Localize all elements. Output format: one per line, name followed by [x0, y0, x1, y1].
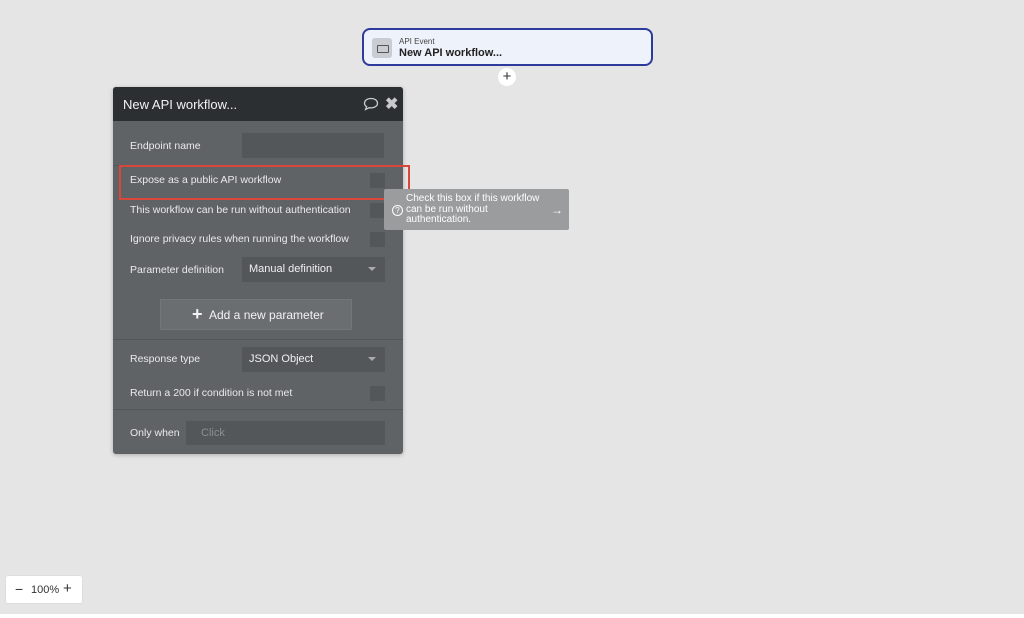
- parameter-definition-dropdown[interactable]: Manual definition: [242, 257, 385, 282]
- add-parameter-label: Add a new parameter: [209, 308, 324, 322]
- divider: [113, 339, 403, 340]
- canvas-bottom-edge: [0, 614, 1024, 618]
- event-name: New API workflow...: [399, 47, 503, 59]
- add-step-button[interactable]: +: [498, 68, 516, 86]
- endpoint-name-label: Endpoint name: [130, 140, 201, 152]
- zoom-level: 100%: [31, 584, 60, 596]
- no-auth-checkbox[interactable]: [370, 203, 385, 218]
- panel-title: New API workflow...: [123, 97, 238, 112]
- add-parameter-button[interactable]: + Add a new parameter: [160, 299, 352, 330]
- parameter-definition-value: Manual definition: [249, 263, 333, 275]
- help-tooltip: ? Check this box if this workflow can be…: [384, 189, 569, 230]
- expose-public-label: Expose as a public API workflow: [130, 174, 282, 186]
- response-type-value: JSON Object: [249, 353, 314, 365]
- comment-icon[interactable]: [363, 97, 379, 111]
- divider: [113, 165, 403, 166]
- expose-public-checkbox[interactable]: [370, 173, 385, 188]
- plus-icon: +: [192, 304, 203, 324]
- zoom-control: − 100% +: [6, 576, 82, 603]
- arrow-right-icon[interactable]: →: [551, 203, 563, 217]
- parameter-definition-label: Parameter definition: [130, 264, 224, 276]
- api-event-node[interactable]: API Event New API workflow...: [362, 28, 653, 66]
- zoom-in-button[interactable]: +: [63, 580, 72, 597]
- ignore-privacy-label: Ignore privacy rules when running the wo…: [130, 233, 349, 245]
- zoom-out-button[interactable]: −: [15, 581, 23, 597]
- tooltip-text: Check this box if this workflow can be r…: [406, 193, 540, 225]
- endpoint-name-input[interactable]: [242, 133, 384, 158]
- response-type-dropdown[interactable]: JSON Object: [242, 347, 385, 372]
- no-auth-label: This workflow can be run without authent…: [130, 204, 351, 216]
- question-icon: ?: [392, 205, 403, 216]
- chevron-down-icon: [368, 357, 376, 361]
- api-event-icon: [372, 38, 392, 58]
- chevron-down-icon: [368, 267, 376, 271]
- return-200-label: Return a 200 if condition is not met: [130, 387, 293, 399]
- divider: [113, 409, 403, 410]
- only-when-placeholder: Click: [201, 427, 225, 439]
- only-when-label: Only when: [130, 427, 180, 439]
- return-200-checkbox[interactable]: [370, 386, 385, 401]
- response-type-label: Response type: [130, 353, 201, 365]
- only-when-condition-field[interactable]: Click: [186, 421, 385, 445]
- close-icon[interactable]: ✖: [385, 94, 398, 114]
- ignore-privacy-checkbox[interactable]: [370, 232, 385, 247]
- workflow-property-editor: New API workflow... ✖ Endpoint name Expo…: [113, 87, 403, 454]
- panel-header: New API workflow... ✖: [113, 87, 403, 121]
- event-type-label: API Event: [399, 37, 435, 46]
